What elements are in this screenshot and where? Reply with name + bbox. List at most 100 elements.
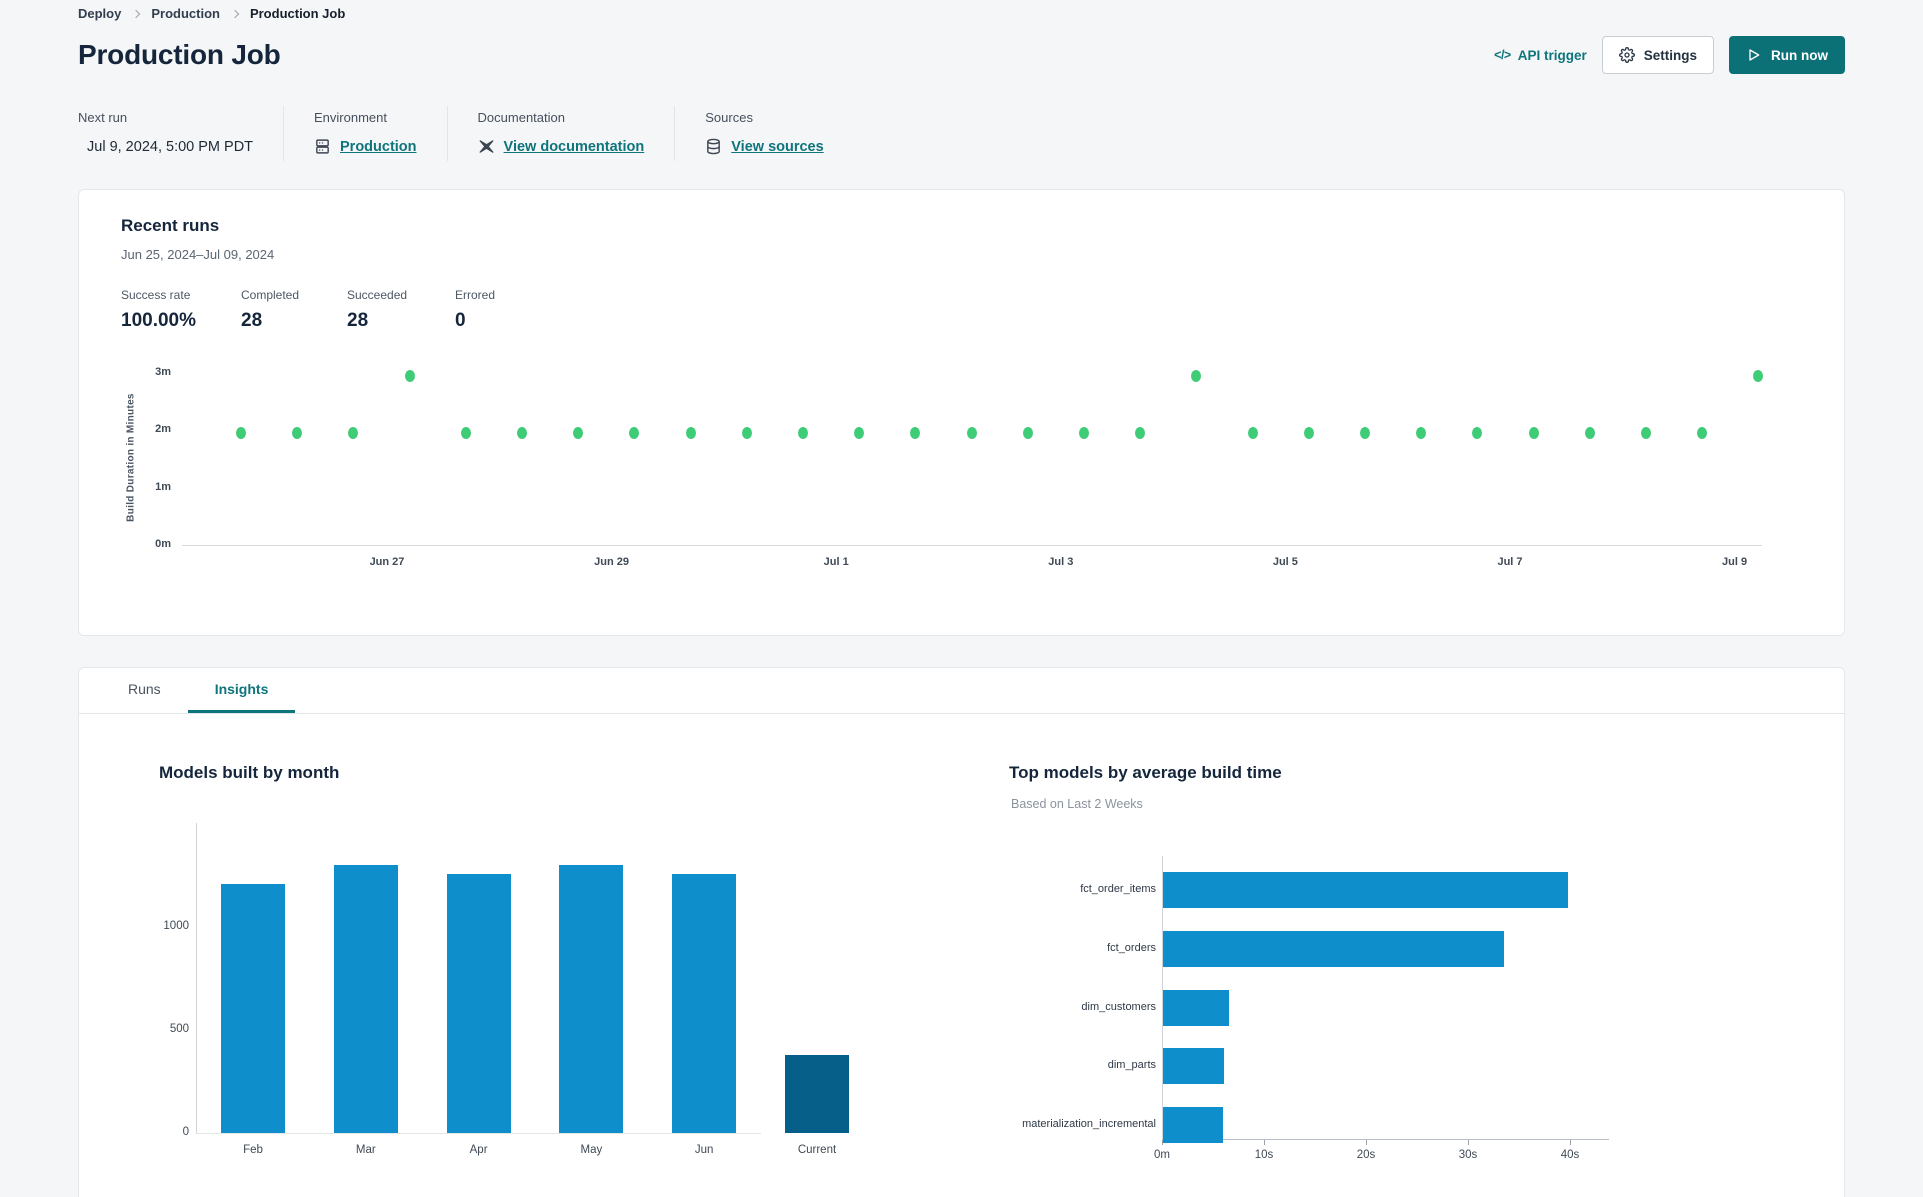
code-icon: </> xyxy=(1494,48,1511,62)
next-run-label: Next run xyxy=(78,110,128,125)
environment-stack-icon xyxy=(316,139,329,154)
recent-runs-date-range: Jun 25, 2024–Jul 09, 2024 xyxy=(121,247,275,262)
top-models-build-time-chart: Top models by average build time Based o… xyxy=(1009,761,1759,1197)
settings-button[interactable]: Settings xyxy=(1601,36,1714,74)
info-environment: Environment Production xyxy=(283,106,447,161)
header-actions: </> API trigger Settings Run now xyxy=(1494,36,1845,74)
stat-completed: Completed 28 xyxy=(241,288,300,331)
month-x-label: Apr xyxy=(469,1144,488,1156)
run-dot[interactable] xyxy=(1472,427,1483,440)
stat-success-rate: Success rate 100.00% xyxy=(121,288,197,331)
run-dot[interactable] xyxy=(348,427,359,440)
page-header: Deploy Production Production Job Product… xyxy=(78,0,1845,180)
run-dot[interactable] xyxy=(517,427,527,440)
buildtime-bar[interactable] xyxy=(1163,872,1568,908)
scatter-x-tick: Jul 5 xyxy=(1272,556,1298,568)
info-sources: Sources View sources xyxy=(674,106,853,161)
view-sources-link[interactable]: View sources xyxy=(705,138,824,155)
view-documentation-link[interactable]: View documentation xyxy=(478,138,644,155)
run-dot[interactable] xyxy=(854,427,865,440)
tab-insights[interactable]: Insights xyxy=(187,668,296,713)
run-dot[interactable] xyxy=(1135,427,1146,440)
recent-runs-title: Recent runs xyxy=(121,216,220,235)
run-dot[interactable] xyxy=(1697,427,1708,440)
buildtime-bar[interactable] xyxy=(1163,989,1230,1026)
run-dot[interactable] xyxy=(1079,427,1089,440)
run-dot[interactable] xyxy=(573,427,584,440)
run-dot[interactable] xyxy=(1247,427,1258,440)
run-dot[interactable] xyxy=(1360,427,1370,440)
environment-label: Environment xyxy=(314,110,387,125)
run-dot[interactable] xyxy=(1641,427,1651,440)
run-dot[interactable] xyxy=(966,427,977,440)
api-trigger-link[interactable]: </> API trigger xyxy=(1494,48,1587,63)
page-title: Production Job xyxy=(78,39,281,70)
tab-bar: Runs Insights xyxy=(79,668,1844,714)
stat-succeeded: Succeeded 28 xyxy=(347,288,408,331)
breadcrumb-current: Production Job xyxy=(249,6,346,21)
buildtime-bar[interactable] xyxy=(1163,1048,1225,1085)
scatter-x-tick: Jun 27 xyxy=(369,556,405,568)
run-dot[interactable] xyxy=(1191,369,1202,382)
breadcrumb: Deploy Production Production Job xyxy=(78,6,345,21)
buildtime-x-tick: 10s xyxy=(1254,1149,1274,1161)
buildtime-category-label: dim_parts xyxy=(1107,1059,1156,1072)
run-dot[interactable] xyxy=(1022,427,1033,440)
next-run-value: Jul 9, 2024, 5:00 PM PDT xyxy=(78,138,253,155)
month-x-label: Jun xyxy=(694,1144,714,1156)
months-y-tick: 1000 xyxy=(163,920,189,932)
environment-link[interactable]: Production xyxy=(314,138,417,155)
run-now-button[interactable]: Run now xyxy=(1729,36,1845,74)
run-dot[interactable] xyxy=(1416,427,1427,440)
info-next-run: Next run Jul 9, 2024, 5:00 PM PDT xyxy=(78,106,283,161)
build-time-chart-subtitle: Based on Last 2 Weeks xyxy=(1011,797,1143,811)
buildtime-x-tickmark xyxy=(1468,1140,1469,1145)
build-time-chart-title: Top models by average build time xyxy=(1009,763,1282,782)
buildtime-x-tick: 40s xyxy=(1560,1149,1580,1161)
month-bar[interactable] xyxy=(446,874,511,1133)
month-bar[interactable] xyxy=(785,1054,849,1133)
months-y-tick: 500 xyxy=(169,1023,189,1035)
sources-label: Sources xyxy=(705,110,753,125)
month-bar[interactable] xyxy=(672,874,737,1133)
month-bar[interactable] xyxy=(221,883,285,1133)
run-duration-scatter-chart: Build Duration in Minutes 0m 1m 2m 3m Jun 27… xyxy=(79,350,1844,620)
run-dot[interactable] xyxy=(404,369,415,382)
recent-runs-stats: Success rate 100.00% Completed 28 Succee… xyxy=(121,288,555,332)
run-dot[interactable] xyxy=(236,427,246,440)
buildtime-x-tick: 20s xyxy=(1356,1149,1376,1161)
run-dot[interactable] xyxy=(629,427,640,440)
run-dot[interactable] xyxy=(741,427,752,440)
run-dot[interactable] xyxy=(1528,427,1539,440)
months-x-axis-line xyxy=(196,1133,761,1134)
scatter-x-tick: Jun 29 xyxy=(594,556,630,568)
play-icon xyxy=(1749,49,1760,61)
scatter-x-axis-line xyxy=(182,545,1762,546)
scatter-y-tick: 1m xyxy=(155,480,171,493)
month-bar[interactable] xyxy=(333,865,398,1133)
buildtime-bar[interactable] xyxy=(1163,930,1504,967)
tab-runs[interactable]: Runs xyxy=(101,668,188,713)
months-y-axis-line xyxy=(196,823,197,1133)
buildtime-x-tickmark xyxy=(1570,1140,1571,1145)
chevron-right-icon xyxy=(132,9,141,19)
breadcrumb-production[interactable]: Production xyxy=(151,6,220,21)
scatter-x-tick: Jul 9 xyxy=(1722,556,1748,568)
run-dot[interactable] xyxy=(292,427,303,440)
run-dot[interactable] xyxy=(460,427,471,440)
run-dot[interactable] xyxy=(1303,427,1314,440)
breadcrumb-deploy[interactable]: Deploy xyxy=(78,6,121,21)
documentation-label: Documentation xyxy=(477,110,565,125)
run-dot[interactable] xyxy=(910,427,921,440)
run-dot[interactable] xyxy=(1584,427,1595,440)
buildtime-category-label: materialization_incremental xyxy=(1022,1118,1156,1131)
buildtime-category-label: fct_orders xyxy=(1107,941,1156,954)
buildtime-bar[interactable] xyxy=(1163,1107,1224,1144)
buildtime-category-label: dim_customers xyxy=(1081,1000,1156,1013)
run-dot[interactable] xyxy=(1753,369,1764,382)
buildtime-category-label: fct_order_items xyxy=(1080,883,1156,895)
run-dot[interactable] xyxy=(685,427,696,440)
run-dot[interactable] xyxy=(798,427,808,440)
month-bar[interactable] xyxy=(559,865,624,1133)
gear-icon xyxy=(1618,47,1635,63)
